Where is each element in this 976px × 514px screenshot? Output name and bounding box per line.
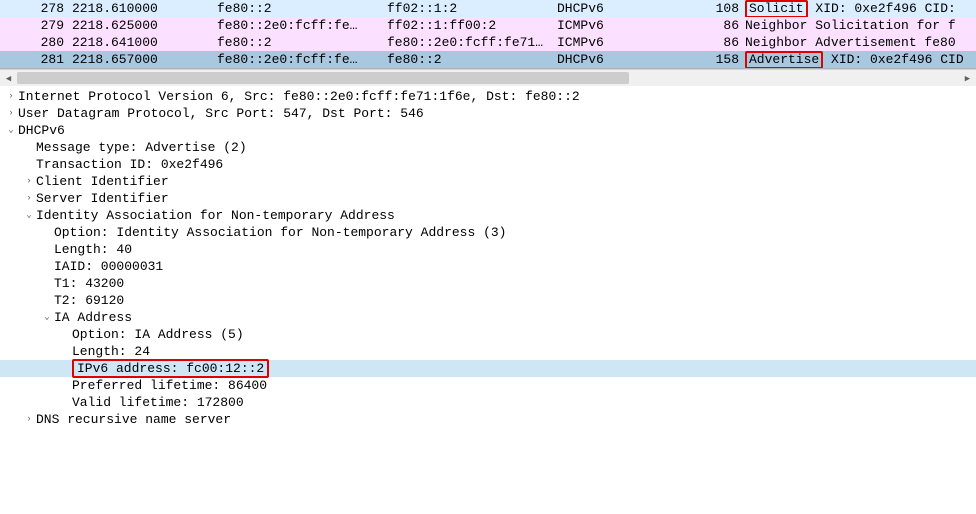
chevron-down-icon[interactable]: ⌄ bbox=[4, 124, 18, 138]
tree-ia-addr-pref[interactable]: Preferred lifetime: 86400 bbox=[0, 377, 976, 394]
packet-list: 278 2218.610000 fe80::2 ff02::1:2 DHCPv6… bbox=[0, 0, 976, 69]
chevron-right-icon[interactable]: › bbox=[4, 90, 18, 104]
col-info: Neighbor Solicitation for f bbox=[743, 17, 976, 34]
tree-dhcpv6[interactable]: ⌄ DHCPv6 bbox=[0, 122, 976, 139]
tree-msg-type[interactable]: Message type: Advertise (2) bbox=[0, 139, 976, 156]
chevron-right-icon[interactable]: › bbox=[22, 192, 36, 206]
col-info: Neighbor Advertisement fe80 bbox=[743, 34, 976, 51]
tree-label: Message type: Advertise (2) bbox=[36, 139, 247, 156]
col-protocol: DHCPv6 bbox=[555, 0, 695, 17]
tree-server-id[interactable]: › Server Identifier bbox=[0, 190, 976, 207]
col-length: 86 bbox=[695, 17, 743, 34]
tree-label: DNS recursive name server bbox=[36, 411, 231, 428]
col-time: 2218.625000 bbox=[70, 17, 215, 34]
tree-label: IA Address bbox=[54, 309, 132, 326]
tree-label: DHCPv6 bbox=[18, 122, 65, 139]
tree-label: IAID: 00000031 bbox=[54, 258, 163, 275]
col-destination: fe80::2e0:fcff:fe71… bbox=[385, 34, 555, 51]
tree-client-id[interactable]: › Client Identifier bbox=[0, 173, 976, 190]
tree-label: Identity Association for Non-temporary A… bbox=[36, 207, 395, 224]
packet-row[interactable]: 280 2218.641000 fe80::2 fe80::2e0:fcff:f… bbox=[0, 34, 976, 51]
col-info: Solicit XID: 0xe2f496 CID: bbox=[743, 0, 976, 17]
packet-list-scrollbar[interactable]: ◀ ▶ bbox=[0, 69, 976, 86]
tree-label: T2: 69120 bbox=[54, 292, 124, 309]
col-time: 2218.657000 bbox=[70, 51, 215, 68]
tree-label: T1: 43200 bbox=[54, 275, 124, 292]
col-destination: ff02::1:2 bbox=[385, 0, 555, 17]
packet-row-selected[interactable]: 281 2218.657000 fe80::2e0:fcff:fe… fe80:… bbox=[0, 51, 976, 68]
col-source: fe80::2 bbox=[215, 34, 385, 51]
tree-label: Length: 24 bbox=[72, 343, 150, 360]
tree-txn-id[interactable]: Transaction ID: 0xe2f496 bbox=[0, 156, 976, 173]
scroll-track[interactable] bbox=[17, 70, 959, 86]
highlight-advertise: Advertise bbox=[745, 51, 823, 68]
col-number: 279 bbox=[0, 17, 70, 34]
col-length: 86 bbox=[695, 34, 743, 51]
tree-ia-addr-length[interactable]: Length: 24 bbox=[0, 343, 976, 360]
chevron-down-icon[interactable]: ⌄ bbox=[22, 209, 36, 223]
chevron-right-icon[interactable]: › bbox=[22, 175, 36, 189]
tree-ia-na-t2[interactable]: T2: 69120 bbox=[0, 292, 976, 309]
tree-ia-na[interactable]: ⌄ Identity Association for Non-temporary… bbox=[0, 207, 976, 224]
tree-label: Preferred lifetime: 86400 bbox=[72, 377, 267, 394]
tree-ia-na-t1[interactable]: T1: 43200 bbox=[0, 275, 976, 292]
col-destination: ff02::1:ff00:2 bbox=[385, 17, 555, 34]
tree-label: Internet Protocol Version 6, Src: fe80::… bbox=[18, 88, 580, 105]
scroll-left-icon[interactable]: ◀ bbox=[0, 70, 17, 87]
tree-ia-addr-valid[interactable]: Valid lifetime: 172800 bbox=[0, 394, 976, 411]
col-number: 278 bbox=[0, 0, 70, 17]
tree-ia-address[interactable]: ⌄ IA Address bbox=[0, 309, 976, 326]
tree-ia-na-length[interactable]: Length: 40 bbox=[0, 241, 976, 258]
tree-label: Length: 40 bbox=[54, 241, 132, 258]
col-destination: fe80::2 bbox=[385, 51, 555, 68]
col-source: fe80::2e0:fcff:fe… bbox=[215, 17, 385, 34]
col-number: 281 bbox=[0, 51, 70, 68]
col-length: 158 bbox=[695, 51, 743, 68]
tree-dns-rns[interactable]: › DNS recursive name server bbox=[0, 411, 976, 428]
tree-ia-addr-ipv6[interactable]: IPv6 address: fc00:12::2 bbox=[0, 360, 976, 377]
scroll-thumb[interactable] bbox=[17, 72, 629, 84]
tree-label: Option: Identity Association for Non-tem… bbox=[54, 224, 506, 241]
col-source: fe80::2 bbox=[215, 0, 385, 17]
chevron-right-icon[interactable]: › bbox=[22, 413, 36, 427]
col-number: 280 bbox=[0, 34, 70, 51]
packet-row[interactable]: 278 2218.610000 fe80::2 ff02::1:2 DHCPv6… bbox=[0, 0, 976, 17]
tree-udp[interactable]: › User Datagram Protocol, Src Port: 547,… bbox=[0, 105, 976, 122]
chevron-right-icon[interactable]: › bbox=[4, 107, 18, 121]
tree-label: Valid lifetime: 172800 bbox=[72, 394, 244, 411]
col-protocol: DHCPv6 bbox=[555, 51, 695, 68]
col-time: 2218.610000 bbox=[70, 0, 215, 17]
tree-label: Transaction ID: 0xe2f496 bbox=[36, 156, 223, 173]
col-length: 108 bbox=[695, 0, 743, 17]
highlight-ipv6-address: IPv6 address: fc00:12::2 bbox=[72, 359, 269, 378]
chevron-down-icon[interactable]: ⌄ bbox=[40, 311, 54, 325]
tree-label: Client Identifier bbox=[36, 173, 169, 190]
col-protocol: ICMPv6 bbox=[555, 17, 695, 34]
tree-label: Server Identifier bbox=[36, 190, 169, 207]
tree-ia-na-option[interactable]: Option: Identity Association for Non-tem… bbox=[0, 224, 976, 241]
col-protocol: ICMPv6 bbox=[555, 34, 695, 51]
col-source: fe80::2e0:fcff:fe… bbox=[215, 51, 385, 68]
tree-label: Option: IA Address (5) bbox=[72, 326, 244, 343]
col-info: Advertise XID: 0xe2f496 CID bbox=[743, 51, 976, 68]
packet-row[interactable]: 279 2218.625000 fe80::2e0:fcff:fe… ff02:… bbox=[0, 17, 976, 34]
tree-label: User Datagram Protocol, Src Port: 547, D… bbox=[18, 105, 424, 122]
tree-ia-addr-option[interactable]: Option: IA Address (5) bbox=[0, 326, 976, 343]
highlight-solicit: Solicit bbox=[745, 0, 808, 17]
scroll-right-icon[interactable]: ▶ bbox=[959, 70, 976, 87]
tree-ia-na-iaid[interactable]: IAID: 00000031 bbox=[0, 258, 976, 275]
col-time: 2218.641000 bbox=[70, 34, 215, 51]
tree-ipv6[interactable]: › Internet Protocol Version 6, Src: fe80… bbox=[0, 88, 976, 105]
packet-details-pane: › Internet Protocol Version 6, Src: fe80… bbox=[0, 86, 976, 428]
